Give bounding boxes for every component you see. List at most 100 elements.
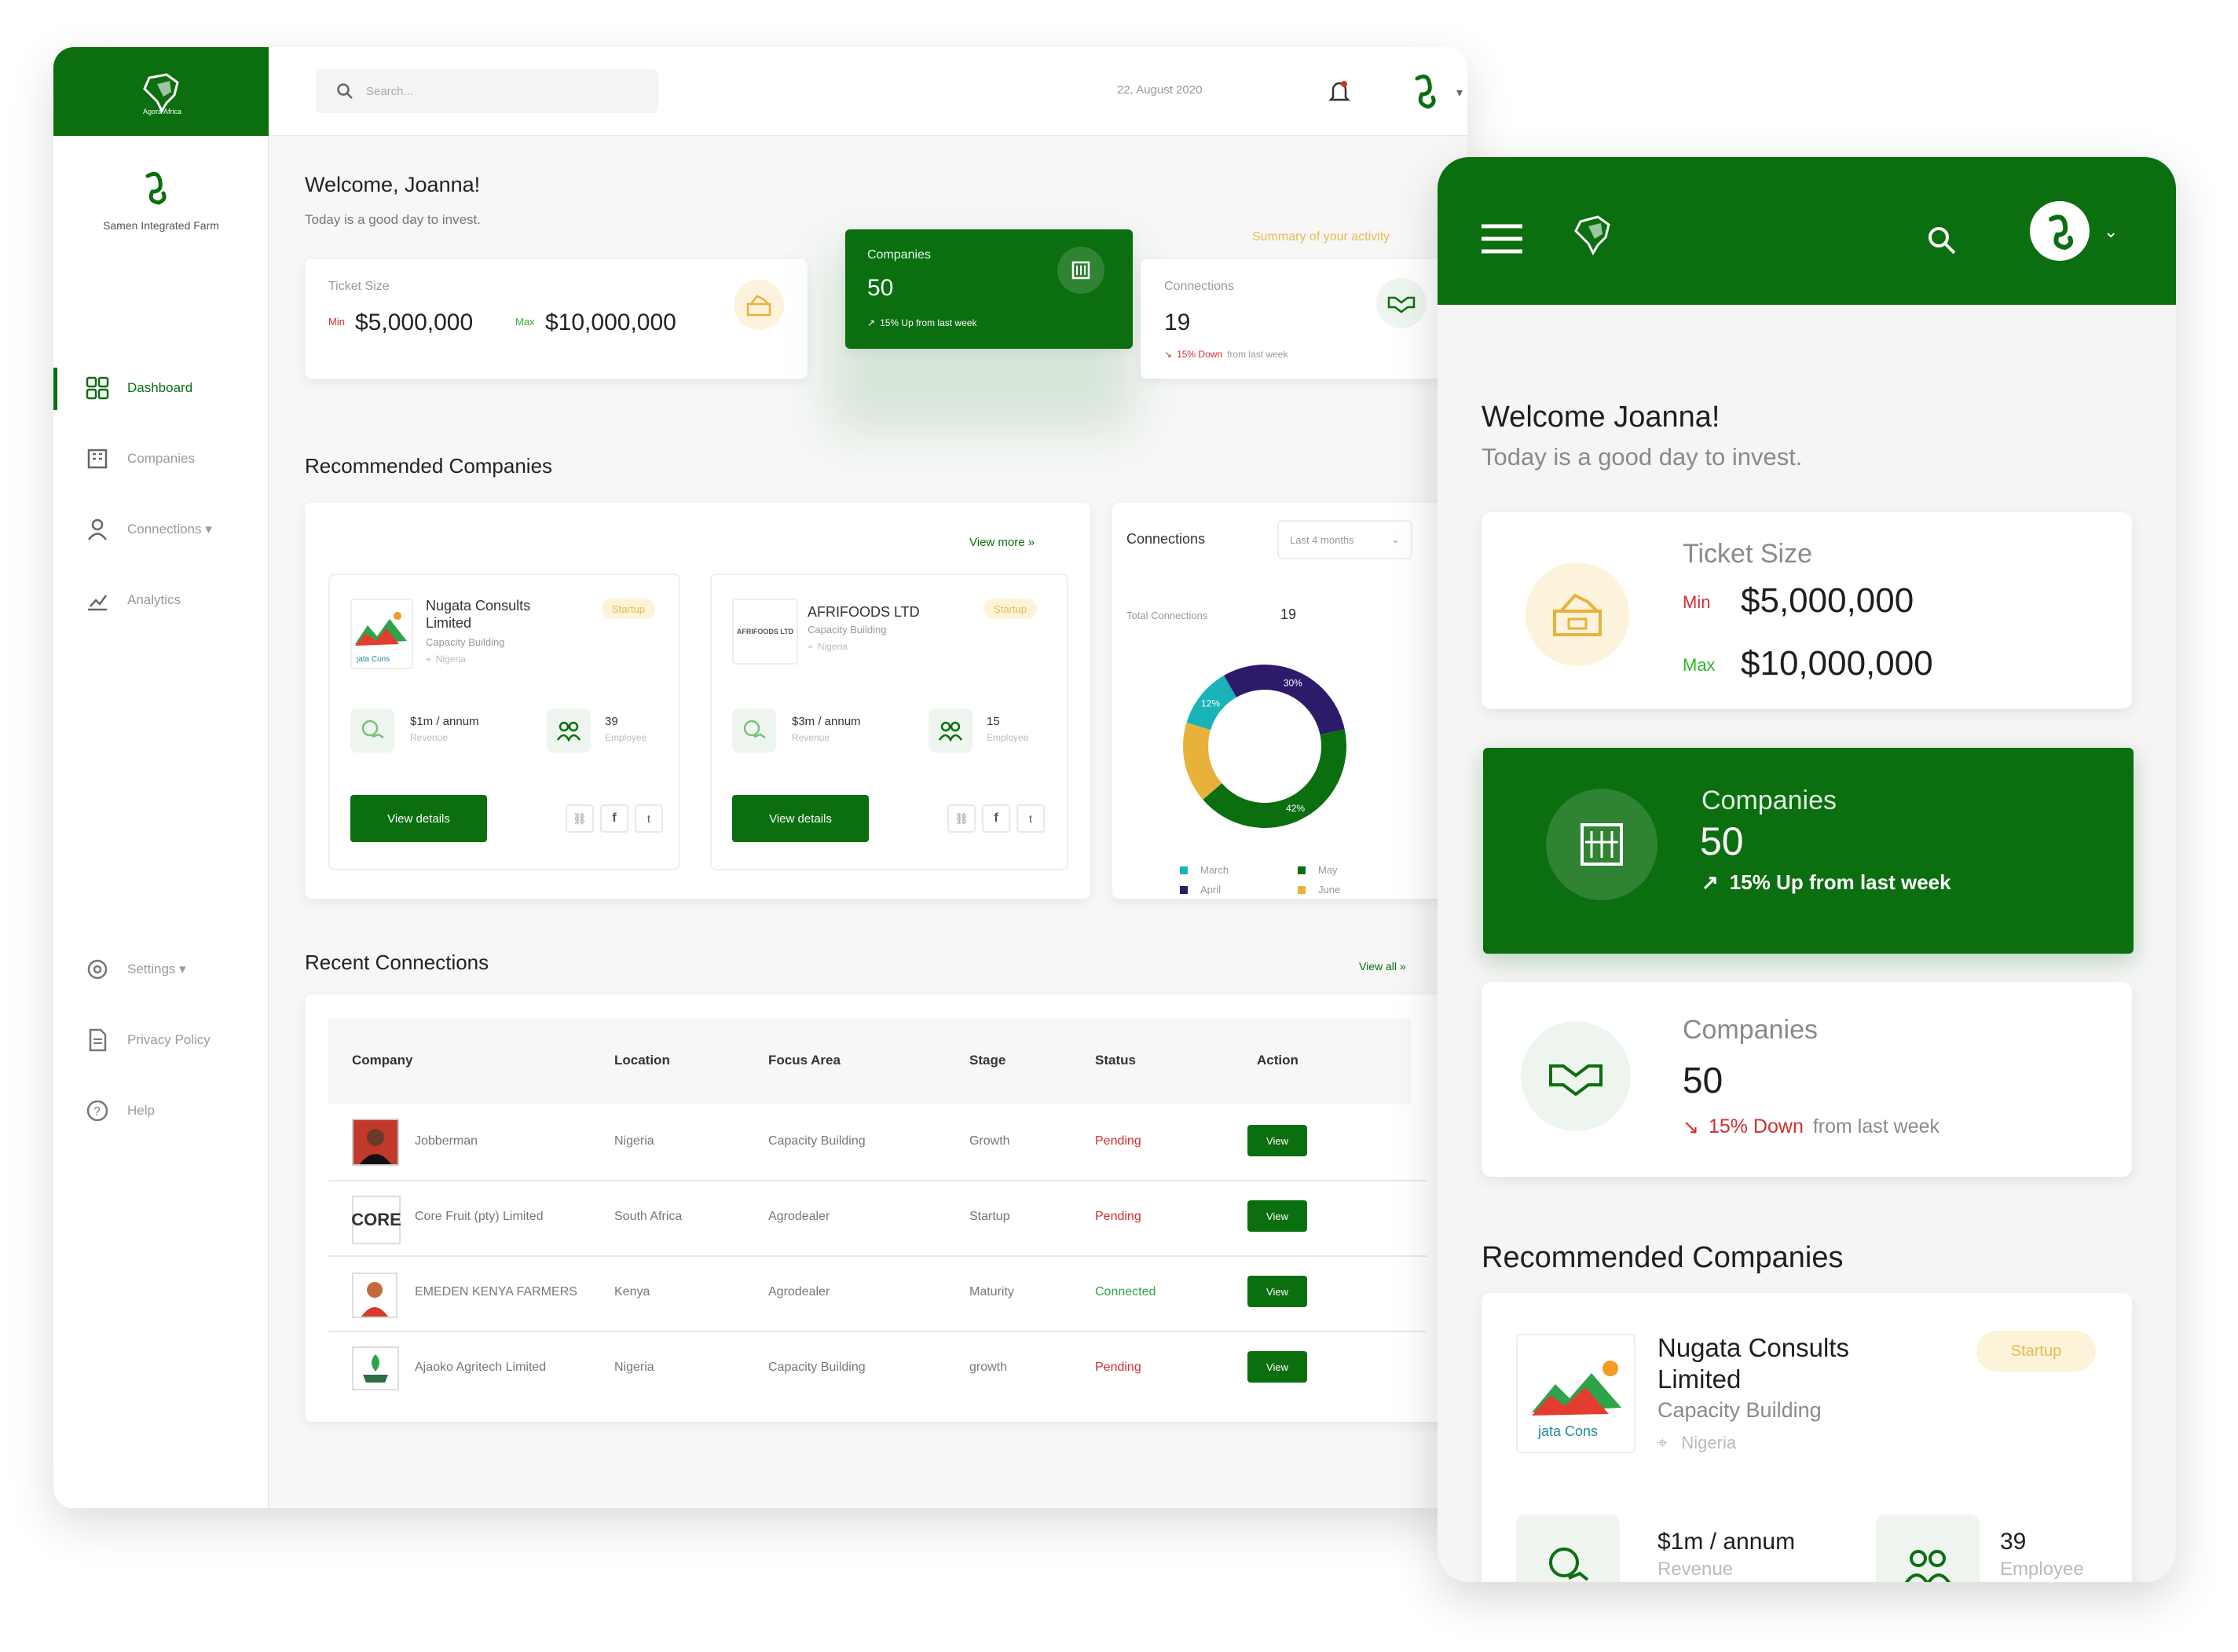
status-badge: Pending — [1095, 1361, 1141, 1374]
view-details-button[interactable]: View details — [350, 795, 487, 842]
cell-focus: Capacity Building — [768, 1134, 866, 1148]
sidebar-item-settings[interactable]: Settings ▾ — [85, 957, 186, 982]
status-badge: Pending — [1095, 1210, 1141, 1223]
legend-label: April — [1200, 884, 1222, 896]
chevron-down-icon[interactable]: ▾ — [1456, 85, 1463, 101]
max-label: Max — [1683, 655, 1716, 675]
donut-label-april: 30% — [1284, 678, 1302, 689]
view-all-link[interactable]: View all » — [1359, 960, 1406, 973]
page-title: Welcome, Joanna! — [305, 173, 481, 196]
company-name: Nugata Consults Limited — [1657, 1332, 1849, 1395]
social-links: ⛓ f t — [566, 804, 663, 833]
sidebar-item-connections[interactable]: Connections ▾ — [85, 517, 212, 542]
trend-up-icon: ↗ — [1701, 870, 1719, 894]
total-label: Total Connections — [1126, 610, 1208, 621]
africa-logo-icon — [1563, 211, 1626, 262]
employees-value: 15 — [987, 715, 1000, 728]
mobile-header: ⌄ — [1438, 157, 2176, 305]
company-area: Capacity Building — [1657, 1398, 1822, 1422]
stage-tag: Startup — [983, 599, 1037, 619]
legend-label: May — [1318, 864, 1338, 876]
sidebar-item-dashboard[interactable]: Dashboard — [85, 375, 192, 401]
company-name: Nugata Consults Limited — [426, 598, 531, 631]
chart-title: Connections — [1126, 531, 1206, 547]
donut-slice-may — [1203, 729, 1346, 828]
document-icon — [85, 1027, 110, 1053]
link-icon[interactable]: ⛓ — [566, 804, 594, 833]
legend-swatch — [1180, 866, 1188, 874]
company-card: jata Cons Nugata Consults Limited Capaci… — [328, 573, 680, 870]
location-text: Nigeria — [817, 641, 848, 652]
trend-rest: from last week — [1812, 1115, 1940, 1137]
stage-tag: Startup — [1976, 1331, 2096, 1372]
cell-focus: Agrodealer — [768, 1210, 830, 1223]
revenue-icon — [732, 709, 776, 753]
donut-slice-april — [1224, 665, 1345, 735]
logo-text: jata Cons — [1538, 1423, 1599, 1439]
avatar[interactable] — [1405, 71, 1442, 115]
sidebar-item-help[interactable]: ? Help — [85, 1098, 155, 1123]
cell-location: Kenya — [614, 1285, 650, 1299]
search-box[interactable]: Search... — [316, 69, 658, 113]
min-label: Min — [1683, 592, 1711, 612]
connections-donut-chart: 12% 30% 42% — [1183, 665, 1346, 828]
sidebar-item-label: Dashboard — [127, 380, 193, 395]
sidebar-item-companies[interactable]: Companies — [85, 446, 195, 471]
mobile-recommended-title: Recommended Companies — [1482, 1241, 1844, 1274]
view-button[interactable]: View — [1247, 1125, 1307, 1156]
connections-chart-panel: Connections Last 4 months ⌄ Total Connect… — [1112, 503, 1453, 899]
link-icon[interactable]: ⛓ — [947, 804, 976, 833]
table-header — [328, 1018, 1411, 1104]
employees-label: Employee — [605, 732, 647, 743]
summary-link[interactable]: Summary of your activity — [1252, 230, 1390, 244]
sidebar-item-label: Help — [127, 1103, 155, 1118]
sidebar-item-analytics[interactable]: Analytics — [85, 588, 181, 613]
sidebar-item-label: Privacy Policy — [127, 1032, 211, 1047]
sidebar-item-label: Analytics — [127, 592, 181, 607]
company-name: AFRIFOODS LTD — [808, 604, 920, 620]
bell-icon[interactable] — [1328, 79, 1351, 108]
employees-icon — [929, 709, 972, 753]
max-label: Max — [515, 316, 535, 328]
legend-item-may: May — [1298, 864, 1392, 876]
legend-swatch — [1298, 885, 1306, 894]
revenue-icon — [350, 709, 394, 753]
view-button[interactable]: View — [1247, 1200, 1307, 1232]
companies-card[interactable]: Companies 50 ↗ 15% Up from last week — [845, 229, 1133, 349]
column-header: Status — [1095, 1053, 1136, 1068]
search-icon[interactable] — [1926, 225, 1958, 260]
view-details-button[interactable]: View details — [732, 795, 869, 842]
donut-label-march: 12% — [1201, 698, 1220, 709]
facebook-icon[interactable]: f — [600, 804, 628, 833]
sidebar-item-privacy[interactable]: Privacy Policy — [85, 1027, 211, 1053]
period-select[interactable]: Last 4 months ⌄ — [1277, 520, 1412, 559]
company-logo: jata Cons — [1516, 1334, 1635, 1453]
company-logo: AFRIFOODS LTD — [732, 599, 798, 665]
cell-focus: Agrodealer — [768, 1285, 830, 1299]
trend-highlight: 15% Down — [1177, 349, 1223, 360]
legend-label: June — [1318, 884, 1341, 896]
companies-value: 50 — [867, 275, 894, 301]
status-badge: Connected — [1095, 1285, 1156, 1299]
view-button[interactable]: View — [1247, 1276, 1307, 1307]
view-button[interactable]: View — [1247, 1351, 1307, 1383]
mobile-page-title: Welcome Joanna! — [1482, 401, 1720, 434]
company-logo: jata Cons — [350, 599, 413, 669]
max-value: $10,000,000 — [1741, 644, 1933, 683]
companies-trend: ↘ 15% Down from last week — [1683, 1115, 1939, 1139]
avatar[interactable] — [2030, 201, 2090, 261]
mobile-companies-card[interactable]: Companies 50 ↗ 15% Up from last week — [1483, 748, 2134, 954]
ticket-icon — [1526, 562, 1629, 666]
revenue-value: $3m / annum — [792, 715, 861, 728]
facebook-icon[interactable]: f — [982, 804, 1010, 833]
twitter-icon[interactable]: t — [635, 804, 663, 833]
cell-location: Nigeria — [614, 1361, 654, 1374]
chevron-down-icon[interactable]: ⌄ — [2104, 222, 2118, 242]
employees-icon — [1876, 1515, 1980, 1582]
twitter-icon[interactable]: t — [1016, 804, 1045, 833]
revenue-icon — [1516, 1515, 1620, 1582]
mobile-page-subtitle: Today is a good day to invest. — [1482, 443, 1803, 471]
search-input[interactable]: Search... — [366, 85, 413, 98]
view-more-link[interactable]: View more » — [969, 536, 1035, 549]
hamburger-menu-icon[interactable] — [1480, 223, 1524, 258]
